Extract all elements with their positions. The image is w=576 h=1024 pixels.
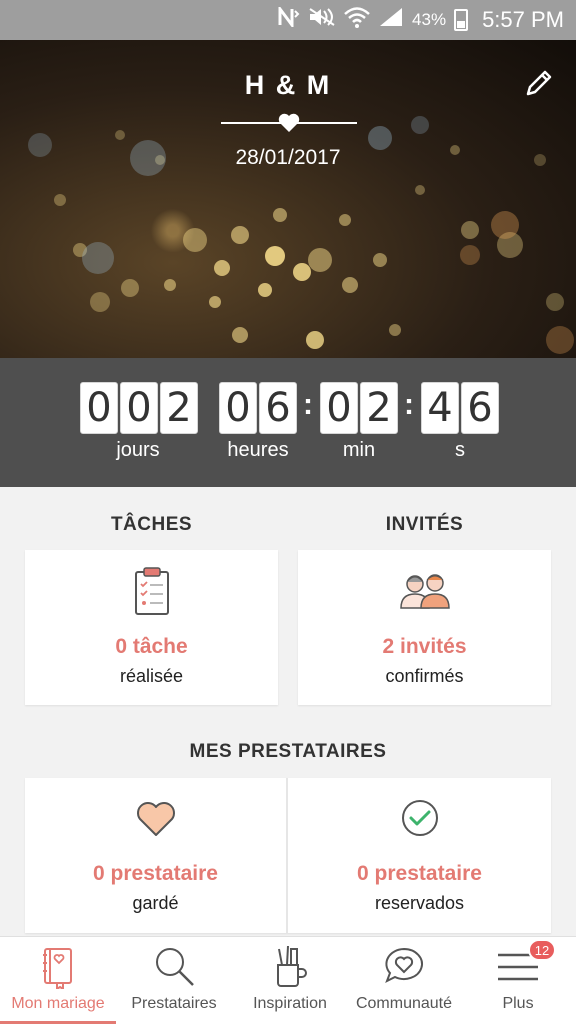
reserved-providers[interactable]: 0 prestataire reservados [288,778,551,933]
battery-level: 43% [412,10,447,29]
search-icon [156,948,194,986]
kept-providers-status: gardé [132,893,179,913]
countdown-digit: 4 [421,382,459,434]
nav-label: Plus [502,995,534,1012]
nfc-icon [278,4,300,33]
guests-title: INVITÉS [385,514,464,535]
countdown-separator: : [404,388,414,421]
countdown-separator: : [303,388,313,421]
nav-label: Prestataires [131,995,217,1012]
pencil-edit-icon[interactable] [522,66,556,100]
heart-icon [137,802,175,836]
clipboard-checklist-icon [134,567,169,615]
battery-icon [454,9,469,31]
guests-status: confirmés [385,666,464,686]
countdown-days: 0 0 2 [80,382,198,434]
brushes-cup-icon [277,945,307,987]
book-icon [43,948,72,989]
reserved-providers-status: reservados [374,893,465,913]
wedding-date: 28/01/2017 [235,146,341,169]
guests-card[interactable]: 2 invités confirmés [298,550,551,705]
reserved-providers-count: 0 prestataire [357,862,482,885]
countdown-digit: 2 [160,382,198,434]
nav-label: Communauté [355,995,453,1012]
countdown-days-label: jours [116,439,160,461]
countdown-hours-label: heures [227,439,289,461]
status-bar: 43% 5:57 PM [0,0,576,40]
mute-icon [308,7,336,33]
tasks-card[interactable]: 0 tâche réalisée [25,550,278,705]
nav-communaute[interactable]: Communauté [348,937,460,1024]
tasks-title: TÂCHES [110,514,193,535]
providers-title: MES PRESTATAIRES [189,741,387,762]
guests-couple-icon [399,574,450,609]
wifi-icon [344,6,370,34]
countdown-minutes-label: min [342,439,376,461]
nav-prestataires[interactable]: Prestataires [116,937,232,1024]
nav-inspiration[interactable]: Inspiration [232,937,348,1024]
nav-mon-mariage[interactable]: Mon mariage [0,937,116,1024]
countdown-digit: 0 [120,382,158,434]
hero-banner: H & M 28/01/2017 [0,40,576,358]
guests-count: 2 invités [382,635,467,658]
providers-card: 0 prestataire gardé 0 prestataire reserv… [25,778,551,933]
tasks-count: 0 tâche [115,635,188,658]
countdown-digit: 0 [320,382,358,434]
countdown-seconds-label: s [455,439,465,461]
names-divider [221,113,357,135]
countdown-digit: 6 [259,382,297,434]
heart-icon [278,113,300,132]
couple-names: H & M [244,70,332,100]
kept-providers[interactable]: 0 prestataire gardé [25,778,286,933]
countdown-hours: 0 6 [219,382,297,434]
nav-label: Inspiration [253,995,327,1012]
nav-plus[interactable]: 12 Plus [460,937,576,1024]
check-circle-icon [402,800,438,836]
tasks-status: réalisée [119,666,184,686]
countdown-seconds: 4 6 [421,382,499,434]
clock: 5:57 PM [482,7,564,32]
countdown-timer: 0 0 2 jours 0 6 heures : 0 2 min : 4 6 s [0,358,576,487]
bottom-navigation: Mon mariage Prestataires Inspiration Com… [0,936,576,1024]
signal-icon [378,6,404,34]
chat-heart-icon [385,947,423,984]
countdown-minutes: 0 2 [320,382,398,434]
status-icons: 43% 5:57 PM [278,4,564,34]
countdown-digit: 0 [219,382,257,434]
notification-badge: 12 [528,939,556,961]
countdown-digit: 2 [360,382,398,434]
countdown-digit: 6 [461,382,499,434]
nav-label: Mon mariage [11,995,105,1012]
countdown-digit: 0 [80,382,118,434]
kept-providers-count: 0 prestataire [93,862,218,885]
